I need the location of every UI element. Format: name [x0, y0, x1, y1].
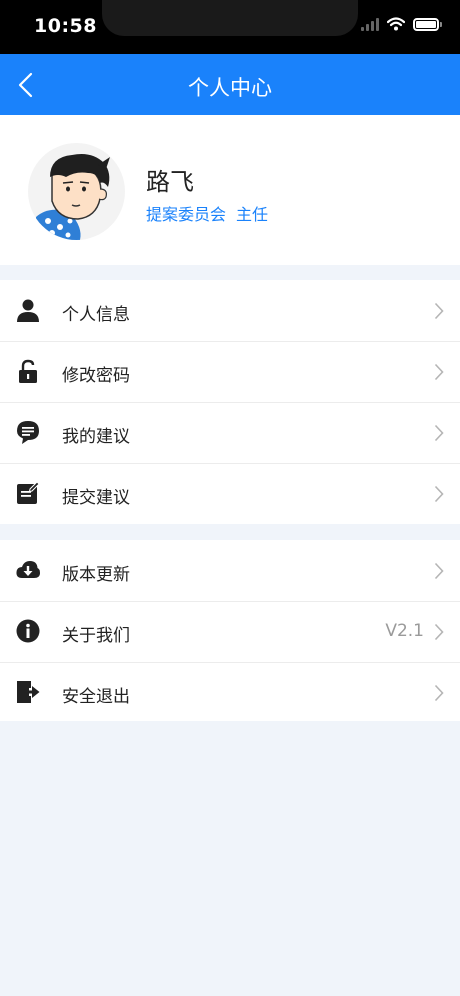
- status-bar: 10:58: [0, 0, 460, 54]
- menu-label: 版本更新: [62, 565, 130, 585]
- menu-label: 修改密码: [62, 366, 130, 386]
- menu-label: 关于我们: [62, 626, 130, 646]
- info-icon: [16, 619, 40, 643]
- status-time: 10:58: [34, 15, 97, 37]
- menu-label: 安全退出: [62, 687, 130, 707]
- menu-label: 提交建议: [62, 488, 130, 508]
- menu-label: 个人信息: [62, 305, 130, 325]
- user-name: 路飞: [146, 168, 194, 196]
- menu-item-change-password[interactable]: 修改密码: [0, 341, 460, 402]
- menu-item-profile-info[interactable]: 个人信息: [0, 280, 460, 341]
- status-icons: [361, 17, 442, 31]
- chevron-right-icon: [434, 363, 444, 381]
- nav-bar: 个人中心: [0, 54, 460, 115]
- chevron-right-icon: [434, 562, 444, 580]
- logout-icon: [17, 681, 40, 703]
- chevron-right-icon: [434, 302, 444, 320]
- battery-icon: [413, 17, 439, 31]
- page-title: 个人中心: [188, 76, 272, 100]
- avatar-illustration: [36, 154, 110, 240]
- user-role: 提案委员会 主任: [146, 201, 268, 225]
- chevron-right-icon: [434, 485, 444, 503]
- menu-item-version-update[interactable]: 版本更新: [0, 540, 460, 601]
- profile-card: 路飞 提案委员会 主任: [0, 115, 460, 265]
- signal-icon: [361, 17, 379, 31]
- menu-group-app: 版本更新 关于我们 V2.1 安全退出: [0, 540, 460, 721]
- chevron-right-icon: [434, 623, 444, 641]
- menu-group-account: 个人信息 修改密码 我的建议 提交建议: [0, 280, 460, 524]
- menu-item-about-us[interactable]: 关于我们 V2.1: [0, 601, 460, 662]
- notch: [102, 0, 358, 36]
- cloud-download-icon: [16, 561, 40, 578]
- user-icon: [17, 299, 39, 322]
- menu-item-submit-suggestion[interactable]: 提交建议: [0, 463, 460, 524]
- menu-item-logout[interactable]: 安全退出: [0, 662, 460, 723]
- chevron-right-icon: [434, 684, 444, 702]
- edit-icon: [17, 481, 40, 504]
- version-value: V2.1: [385, 621, 424, 641]
- menu-item-my-suggestions[interactable]: 我的建议: [0, 402, 460, 463]
- user-position: 主任: [236, 205, 269, 224]
- wifi-icon: [387, 17, 405, 31]
- chat-icon: [17, 421, 39, 444]
- menu-label: 我的建议: [62, 427, 130, 447]
- user-department: 提案委员会: [146, 205, 227, 224]
- avatar[interactable]: [28, 143, 125, 240]
- chevron-right-icon: [434, 424, 444, 442]
- lock-icon: [19, 359, 37, 383]
